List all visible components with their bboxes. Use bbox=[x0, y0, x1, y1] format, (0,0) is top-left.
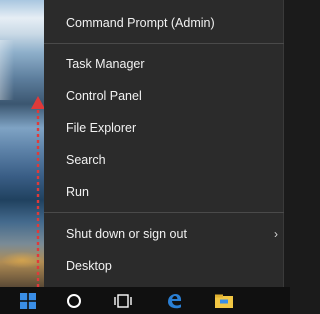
menu-item-file-explorer[interactable]: File Explorer bbox=[44, 113, 284, 143]
menu-item-control-panel[interactable]: Control Panel bbox=[44, 81, 284, 111]
windows-start-icon bbox=[20, 292, 36, 309]
edge-browser-button[interactable] bbox=[152, 287, 196, 314]
menu-separator bbox=[44, 43, 284, 44]
cortana-circle-icon bbox=[67, 293, 81, 308]
menu-item-label: Desktop bbox=[66, 259, 112, 273]
file-explorer-icon bbox=[215, 294, 233, 308]
menu-item-shut-down-or-sign-out[interactable]: Shut down or sign out › bbox=[44, 219, 284, 249]
file-explorer-button[interactable] bbox=[202, 287, 246, 314]
taskbar bbox=[0, 287, 290, 314]
chevron-right-icon: › bbox=[274, 227, 278, 241]
task-view-button[interactable] bbox=[101, 287, 145, 314]
task-view-icon bbox=[114, 293, 132, 308]
menu-item-label: File Explorer bbox=[66, 121, 137, 135]
start-button[interactable] bbox=[6, 287, 50, 314]
menu-item-label: Command Prompt (Admin) bbox=[66, 16, 215, 30]
power-user-menu: Command Prompt (Admin) Task Manager Cont… bbox=[44, 0, 284, 287]
cortana-button[interactable] bbox=[52, 287, 96, 314]
menu-item-command-prompt-admin[interactable]: Command Prompt (Admin) bbox=[44, 8, 284, 38]
menu-item-run[interactable]: Run bbox=[44, 177, 284, 207]
menu-item-label: Task Manager bbox=[66, 57, 145, 71]
menu-item-label: Control Panel bbox=[66, 89, 142, 103]
menu-item-search[interactable]: Search bbox=[44, 145, 284, 175]
menu-item-label: Shut down or sign out bbox=[66, 227, 187, 241]
menu-item-label: Search bbox=[66, 153, 106, 167]
desktop-screen: Command Prompt (Admin) Task Manager Cont… bbox=[0, 0, 290, 314]
menu-separator bbox=[44, 212, 284, 213]
menu-item-task-manager[interactable]: Task Manager bbox=[44, 49, 284, 79]
menu-item-label: Run bbox=[66, 185, 89, 199]
edge-browser-icon bbox=[168, 293, 182, 308]
menu-item-desktop[interactable]: Desktop bbox=[44, 251, 284, 281]
